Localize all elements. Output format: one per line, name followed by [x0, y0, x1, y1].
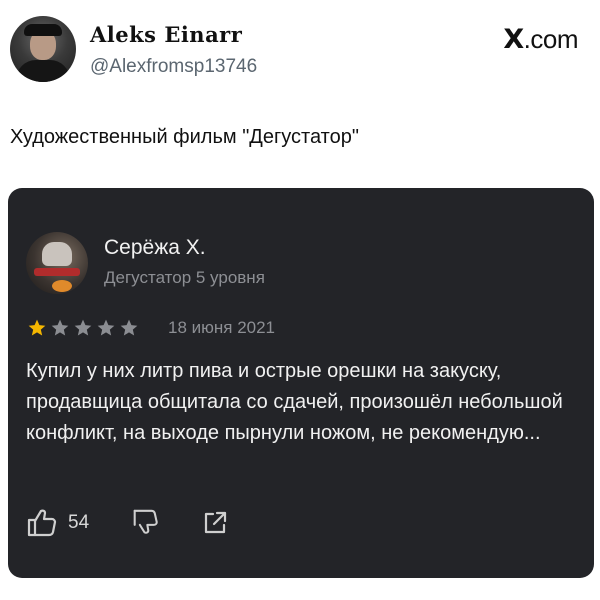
avatar-body — [16, 60, 70, 82]
review-text: Купил у них литр пива и острые орешки на… — [26, 360, 563, 444]
star-empty-icon — [51, 319, 69, 336]
x-logo-icon: X — [503, 24, 524, 55]
tweet-text: Художественный фильм "Дегустатор" — [10, 126, 359, 148]
avatar-stripe — [34, 268, 80, 276]
star-empty-icon — [97, 319, 115, 336]
like-count: 54 — [68, 512, 90, 533]
share-icon[interactable] — [202, 510, 228, 536]
thumbs-up-icon[interactable] — [26, 506, 58, 538]
author-handle[interactable]: @Alexfromsp13746 — [90, 56, 257, 78]
reviewer-level: Дегустатор 5 уровня — [104, 268, 265, 287]
author-name[interactable]: Aleks Einarr — [90, 22, 242, 47]
tweet-header: Aleks Einarr @Alexfromsp13746 X.com — [10, 14, 590, 86]
star-rating — [26, 318, 140, 338]
brand-suffix: .com — [523, 24, 579, 54]
brand-xcom: X.com — [503, 24, 578, 55]
star-empty-icon — [74, 319, 92, 336]
author-avatar[interactable] — [10, 16, 76, 82]
reviewer-avatar[interactable] — [26, 232, 88, 294]
reviewer-name[interactable]: Серёжа Х. — [104, 236, 206, 260]
avatar-helmet — [42, 242, 72, 266]
review-card: Серёжа Х. Дегустатор 5 уровня 18 июня 20… — [8, 188, 594, 578]
star-filled-icon — [28, 319, 46, 336]
review-date: 18 июня 2021 — [168, 318, 276, 337]
avatar-glow — [52, 280, 72, 292]
avatar-hat — [24, 24, 62, 36]
thumbs-down-icon[interactable] — [130, 508, 160, 538]
star-empty-icon — [120, 319, 138, 336]
